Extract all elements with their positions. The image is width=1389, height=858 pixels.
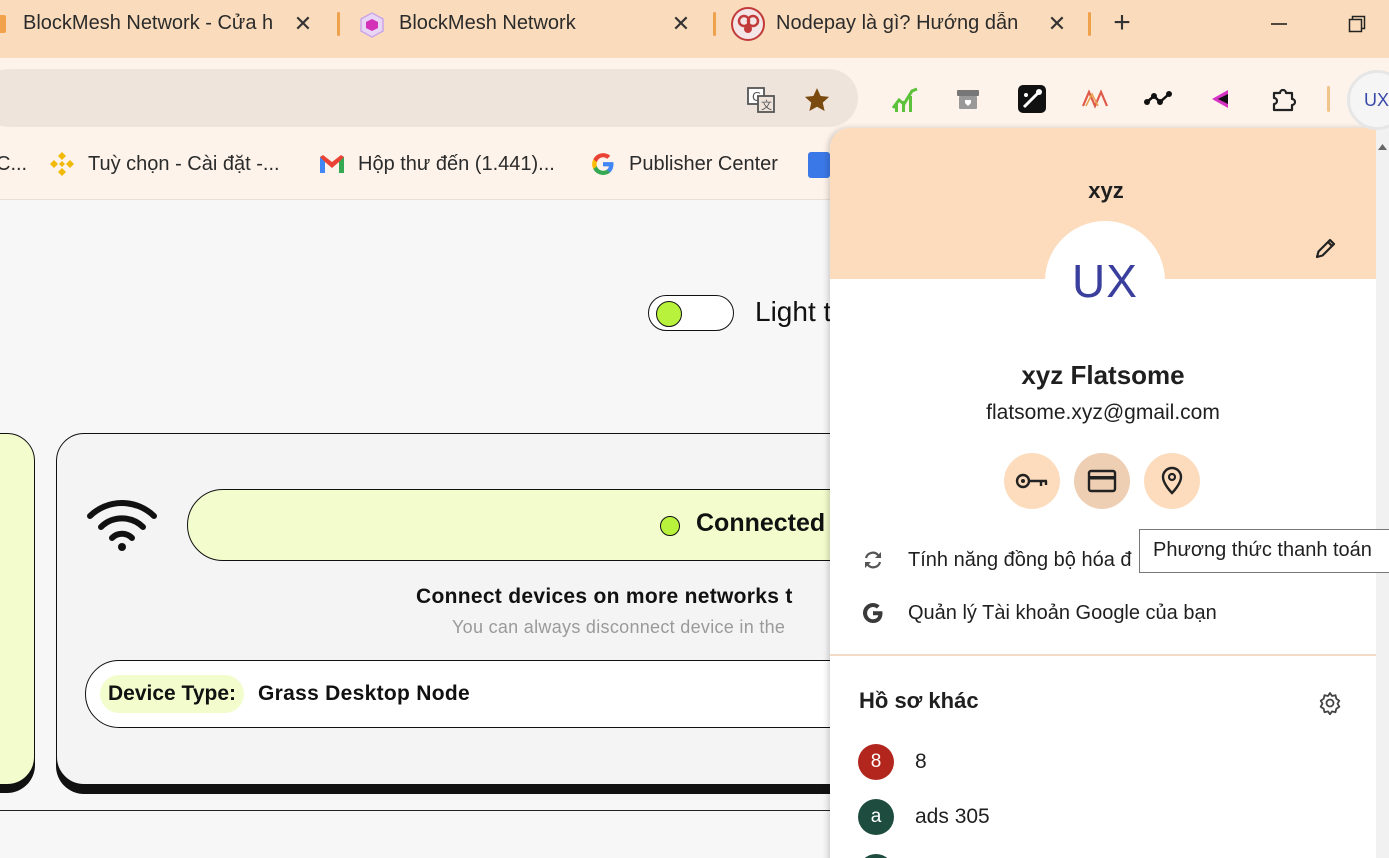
bookmark-star-icon[interactable] bbox=[800, 83, 834, 117]
bookmark-item[interactable]: Hộp thư đến (1.441)... bbox=[318, 148, 555, 180]
toggle-knob bbox=[656, 301, 682, 327]
binance-icon bbox=[48, 150, 76, 178]
profile-menu-panel: xyz UX xyz Flatsome flatsome.xyz@gmail.c… bbox=[830, 128, 1376, 858]
bookmark-item[interactable]: Publisher Center bbox=[589, 148, 778, 180]
bookmark-item[interactable]: C... bbox=[0, 148, 27, 180]
tab-blockmesh[interactable]: BlockMesh Network ✕ bbox=[358, 0, 696, 48]
profile-avatar: UX bbox=[1045, 221, 1165, 341]
profile-avatar-small: 8 bbox=[858, 744, 894, 780]
bookmark-label: Tuỳ chọn - Cài đặt -... bbox=[88, 152, 280, 175]
profile-name: 8 bbox=[915, 750, 927, 773]
other-profile-item[interactable]: 8 8 bbox=[830, 744, 1376, 784]
extension-pen-icon[interactable] bbox=[1015, 82, 1049, 116]
profile-avatar-small[interactable] bbox=[858, 854, 894, 858]
new-tab-button[interactable]: + bbox=[1106, 8, 1138, 40]
connection-status-text: Connected bbox=[696, 509, 826, 537]
restore-icon[interactable] bbox=[1340, 8, 1374, 40]
profile-initials: UX bbox=[1364, 90, 1389, 110]
extension-arrow-icon[interactable] bbox=[1203, 82, 1237, 116]
status-dot bbox=[660, 516, 680, 536]
profile-email: flatsome.xyz@gmail.com bbox=[986, 401, 1220, 424]
tab-separator bbox=[1088, 12, 1091, 36]
tab-close-icon[interactable]: ✕ bbox=[666, 9, 696, 39]
page-divider bbox=[0, 810, 840, 811]
tab-title: BlockMesh Network bbox=[399, 12, 576, 34]
tab-blockmesh-store[interactable]: BlockMesh Network - Cửa h ✕ bbox=[0, 0, 318, 48]
translate-icon[interactable]: G文 bbox=[744, 83, 778, 117]
tab-title: Nodepay là gì? Hướng dẫn bbox=[776, 12, 1019, 34]
tab-separator bbox=[337, 12, 340, 36]
bookmark-item[interactable]: Tuỳ chọn - Cài đặt -... bbox=[48, 148, 280, 180]
manage-account-label: Quản lý Tài khoản Google của bạn bbox=[908, 601, 1217, 624]
tab-separator bbox=[713, 12, 716, 36]
nodepay-favicon-icon bbox=[730, 6, 766, 42]
passwords-key-button[interactable] bbox=[1004, 453, 1060, 509]
blockmesh-favicon-icon bbox=[0, 15, 6, 33]
tooltip: Phương thức thanh toán bbox=[1139, 529, 1389, 573]
bookmark-partial-icon[interactable] bbox=[808, 152, 830, 178]
tab-close-icon[interactable]: ✕ bbox=[1042, 9, 1072, 39]
device-card bbox=[56, 433, 916, 785]
edit-pencil-icon[interactable] bbox=[1310, 232, 1342, 264]
tab-nodepay[interactable]: Nodepay là gì? Hướng dẫn ✕ bbox=[730, 0, 1072, 48]
wifi-icon bbox=[86, 496, 158, 557]
profile-name: ads 305 bbox=[915, 805, 990, 828]
addresses-pin-button[interactable] bbox=[1144, 453, 1200, 509]
sync-label: Tính năng đồng bộ hóa đ bbox=[908, 548, 1132, 571]
extensions-puzzle-icon[interactable] bbox=[1267, 82, 1301, 116]
theme-label: Light t bbox=[755, 296, 832, 327]
svg-text:文: 文 bbox=[761, 98, 772, 112]
sync-icon bbox=[860, 547, 886, 573]
panel-divider bbox=[830, 654, 1376, 656]
payment-card-button[interactable] bbox=[1074, 453, 1130, 509]
toolbar-separator bbox=[1327, 86, 1330, 112]
profile-full-name: xyz Flatsome bbox=[1021, 360, 1185, 390]
profile-header-name: xyz bbox=[1088, 178, 1124, 203]
extension-archive-icon[interactable] bbox=[951, 82, 985, 116]
bookmark-label: C... bbox=[0, 152, 28, 175]
extension-nodes-icon[interactable] bbox=[1141, 82, 1175, 116]
device-type-value: Grass Desktop Node bbox=[258, 682, 470, 705]
gmail-icon bbox=[318, 150, 346, 178]
address-bar[interactable]: G文 bbox=[0, 69, 858, 127]
device-type-label: Device Type: bbox=[100, 675, 244, 713]
google-g-icon bbox=[860, 600, 886, 626]
side-card bbox=[0, 433, 35, 785]
extension-wave-icon[interactable] bbox=[1078, 82, 1112, 116]
profile-avatar-small: a bbox=[858, 799, 894, 835]
extension-chart-icon[interactable] bbox=[888, 82, 922, 116]
theme-toggle[interactable] bbox=[648, 295, 734, 331]
tab-close-icon[interactable]: ✕ bbox=[288, 9, 318, 39]
gear-icon[interactable] bbox=[1316, 689, 1344, 717]
connect-heading: Connect devices on more networks t bbox=[416, 585, 793, 608]
other-profiles-heading: Hồ sơ khác bbox=[859, 688, 979, 713]
scrollbar[interactable] bbox=[1376, 128, 1389, 858]
bookmark-label: Hộp thư đến (1.441)... bbox=[358, 152, 555, 175]
tab-title: BlockMesh Network - Cửa h bbox=[23, 12, 274, 34]
manage-account-menu-item[interactable]: Quản lý Tài khoản Google của bạn bbox=[830, 591, 1376, 635]
tab-strip: BlockMesh Network - Cửa h ✕ BlockMesh Ne… bbox=[0, 0, 1389, 58]
browser-toolbar: G文 bbox=[0, 58, 1389, 128]
google-g-icon bbox=[589, 150, 617, 178]
connect-subtext: You can always disconnect device in the bbox=[452, 617, 786, 637]
other-profile-item[interactable]: a ads 305 bbox=[830, 799, 1376, 839]
minimize-icon[interactable] bbox=[1262, 8, 1296, 40]
bookmark-label: Publisher Center bbox=[629, 152, 778, 175]
blockmesh-hex-icon bbox=[358, 11, 386, 39]
